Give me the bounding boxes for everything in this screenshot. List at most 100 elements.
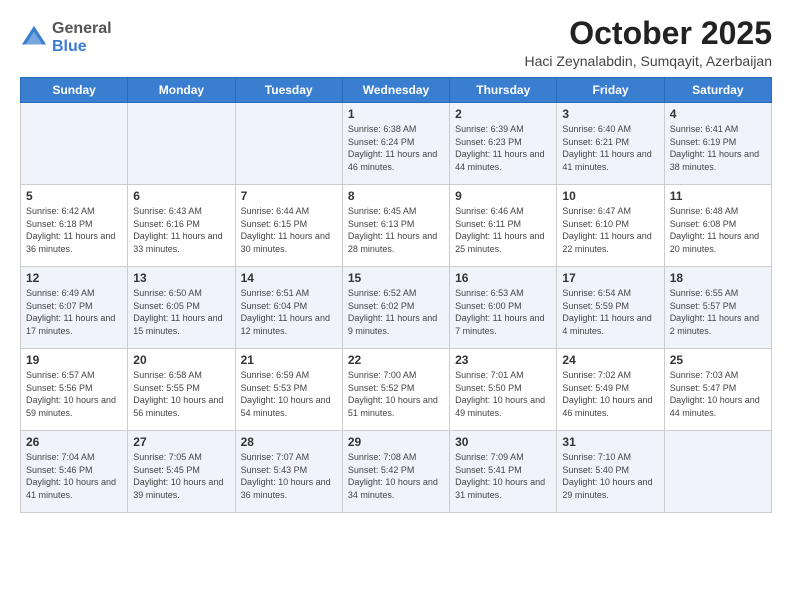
day-info: Sunrise: 6:58 AM Sunset: 5:55 PM Dayligh… [133,369,229,419]
day-info: Sunrise: 6:43 AM Sunset: 6:16 PM Dayligh… [133,205,229,255]
table-row: 20 Sunrise: 6:58 AM Sunset: 5:55 PM Dayli… [128,349,235,431]
calendar-table: Sunday Monday Tuesday Wednesday Thursday… [20,77,772,513]
day-number: 25 [670,353,766,367]
header: General Blue October 2025 Haci Zeynalabd… [20,16,772,69]
logo-text: General Blue [52,20,112,55]
calendar-header-row: Sunday Monday Tuesday Wednesday Thursday… [21,78,772,103]
table-row: 27 Sunrise: 7:05 AM Sunset: 5:45 PM Dayli… [128,431,235,513]
day-number: 18 [670,271,766,285]
table-row: 7Sunrise: 6:44 AM Sunset: 6:15 PM Daylig… [235,185,342,267]
day-info: Sunrise: 6:53 AM Sunset: 6:00 PM Dayligh… [455,287,551,337]
day-number: 22 [348,353,444,367]
table-row: 26Sunrise: 7:04 AM Sunset: 5:46 PM Dayli… [21,431,128,513]
col-saturday: Saturday [664,78,771,103]
table-row: 21 Sunrise: 6:59 AM Sunset: 5:53 PM Dayli… [235,349,342,431]
table-row: 8 Sunrise: 6:45 AM Sunset: 6:13 PM Daylig… [342,185,449,267]
day-number: 1 [348,107,444,121]
day-number: 10 [562,189,658,203]
day-info: Sunrise: 6:49 AM Sunset: 6:07 PM Dayligh… [26,287,122,337]
day-info: Sunrise: 6:40 AM Sunset: 6:21 PM Dayligh… [562,123,658,173]
day-info: Sunrise: 6:51 AM Sunset: 6:04 PM Dayligh… [241,287,337,337]
day-number: 31 [562,435,658,449]
day-number: 27 [133,435,229,449]
col-tuesday: Tuesday [235,78,342,103]
location-subtitle: Haci Zeynalabdin, Sumqayit, Azerbaijan [525,53,772,69]
table-row: 17 Sunrise: 6:54 AM Sunset: 5:59 PM Dayli… [557,267,664,349]
day-info: Sunrise: 6:38 AM Sunset: 6:24 PM Dayligh… [348,123,444,173]
day-number: 26 [26,435,122,449]
day-info: Sunrise: 6:50 AM Sunset: 6:05 PM Dayligh… [133,287,229,337]
day-number: 5 [26,189,122,203]
day-info: Sunrise: 6:54 AM Sunset: 5:59 PM Dayligh… [562,287,658,337]
day-info: Sunrise: 6:57 AM Sunset: 5:56 PM Dayligh… [26,369,122,419]
day-info: Sunrise: 7:07 AM Sunset: 5:43 PM Dayligh… [241,451,337,501]
table-row: 13 Sunrise: 6:50 AM Sunset: 6:05 PM Dayli… [128,267,235,349]
day-number: 8 [348,189,444,203]
day-info: Sunrise: 7:05 AM Sunset: 5:45 PM Dayligh… [133,451,229,501]
table-row: 10 Sunrise: 6:47 AM Sunset: 6:10 PM Dayli… [557,185,664,267]
day-info: Sunrise: 6:45 AM Sunset: 6:13 PM Dayligh… [348,205,444,255]
day-info: Sunrise: 7:01 AM Sunset: 5:50 PM Dayligh… [455,369,551,419]
col-thursday: Thursday [450,78,557,103]
table-row: 5 Sunrise: 6:42 AM Sunset: 6:18 PM Daylig… [21,185,128,267]
table-row [21,103,128,185]
table-row [128,103,235,185]
day-number: 24 [562,353,658,367]
calendar-week-row: 1 Sunrise: 6:38 AM Sunset: 6:24 PM Daylig… [21,103,772,185]
day-number: 21 [241,353,337,367]
table-row: 15 Sunrise: 6:52 AM Sunset: 6:02 PM Dayli… [342,267,449,349]
day-number: 17 [562,271,658,285]
day-info: Sunrise: 7:02 AM Sunset: 5:49 PM Dayligh… [562,369,658,419]
col-monday: Monday [128,78,235,103]
table-row: 25 Sunrise: 7:03 AM Sunset: 5:47 PM Dayli… [664,349,771,431]
table-row: 6 Sunrise: 6:43 AM Sunset: 6:16 PM Daylig… [128,185,235,267]
day-number: 29 [348,435,444,449]
table-row: 29 Sunrise: 7:08 AM Sunset: 5:42 PM Dayli… [342,431,449,513]
day-number: 11 [670,189,766,203]
table-row: 18 Sunrise: 6:55 AM Sunset: 5:57 PM Dayli… [664,267,771,349]
day-number: 13 [133,271,229,285]
logo: General Blue [20,20,112,55]
table-row: 11Sunrise: 6:48 AM Sunset: 6:08 PM Dayli… [664,185,771,267]
col-wednesday: Wednesday [342,78,449,103]
table-row: 4Sunrise: 6:41 AM Sunset: 6:19 PM Daylig… [664,103,771,185]
day-number: 14 [241,271,337,285]
day-number: 30 [455,435,551,449]
table-row: 12Sunrise: 6:49 AM Sunset: 6:07 PM Dayli… [21,267,128,349]
table-row: 22 Sunrise: 7:00 AM Sunset: 5:52 PM Dayli… [342,349,449,431]
day-number: 3 [562,107,658,121]
logo-icon [20,24,48,52]
day-number: 2 [455,107,551,121]
table-row [235,103,342,185]
day-number: 15 [348,271,444,285]
day-number: 4 [670,107,766,121]
day-number: 20 [133,353,229,367]
table-row: 19Sunrise: 6:57 AM Sunset: 5:56 PM Dayli… [21,349,128,431]
day-info: Sunrise: 7:03 AM Sunset: 5:47 PM Dayligh… [670,369,766,419]
day-info: Sunrise: 7:08 AM Sunset: 5:42 PM Dayligh… [348,451,444,501]
day-info: Sunrise: 6:42 AM Sunset: 6:18 PM Dayligh… [26,205,122,255]
calendar-week-row: 19Sunrise: 6:57 AM Sunset: 5:56 PM Dayli… [21,349,772,431]
day-info: Sunrise: 6:59 AM Sunset: 5:53 PM Dayligh… [241,369,337,419]
title-block: October 2025 Haci Zeynalabdin, Sumqayit,… [525,16,772,69]
day-info: Sunrise: 6:44 AM Sunset: 6:15 PM Dayligh… [241,205,337,255]
table-row: 1 Sunrise: 6:38 AM Sunset: 6:24 PM Daylig… [342,103,449,185]
day-number: 6 [133,189,229,203]
table-row: 31Sunrise: 7:10 AM Sunset: 5:40 PM Dayli… [557,431,664,513]
table-row: 16 Sunrise: 6:53 AM Sunset: 6:00 PM Dayli… [450,267,557,349]
calendar-week-row: 5 Sunrise: 6:42 AM Sunset: 6:18 PM Daylig… [21,185,772,267]
table-row: 3 Sunrise: 6:40 AM Sunset: 6:21 PM Daylig… [557,103,664,185]
table-row: 9Sunrise: 6:46 AM Sunset: 6:11 PM Daylig… [450,185,557,267]
table-row: 14 Sunrise: 6:51 AM Sunset: 6:04 PM Dayli… [235,267,342,349]
day-number: 23 [455,353,551,367]
day-info: Sunrise: 6:52 AM Sunset: 6:02 PM Dayligh… [348,287,444,337]
month-title: October 2025 [525,16,772,51]
day-number: 9 [455,189,551,203]
page: General Blue October 2025 Haci Zeynalabd… [0,0,792,612]
day-info: Sunrise: 6:55 AM Sunset: 5:57 PM Dayligh… [670,287,766,337]
day-info: Sunrise: 7:00 AM Sunset: 5:52 PM Dayligh… [348,369,444,419]
logo-blue: Blue [52,38,112,56]
table-row: 30Sunrise: 7:09 AM Sunset: 5:41 PM Dayli… [450,431,557,513]
day-info: Sunrise: 6:47 AM Sunset: 6:10 PM Dayligh… [562,205,658,255]
day-number: 16 [455,271,551,285]
